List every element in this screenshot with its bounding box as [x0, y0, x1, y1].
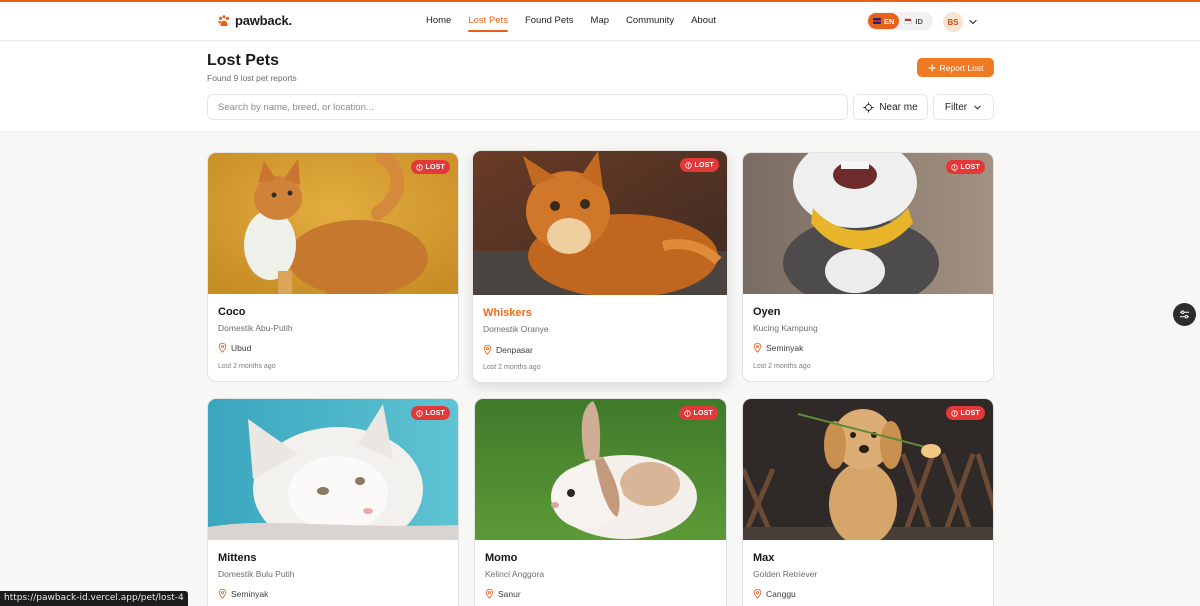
alert-circle-icon	[683, 409, 691, 417]
badge-label: LOST	[425, 163, 445, 171]
nav-home[interactable]: Home	[426, 2, 451, 41]
results-count: Found 9 lost pet reports	[207, 73, 297, 83]
pet-location: Denpasar	[483, 345, 533, 355]
map-pin-icon	[218, 589, 227, 599]
pet-location-label: Ubud	[231, 343, 252, 353]
pet-name: Coco	[218, 306, 246, 318]
alert-circle-icon	[950, 409, 958, 417]
page-title: Lost Pets	[207, 52, 280, 69]
badge-label: LOST	[960, 409, 980, 417]
pet-location: Seminyak	[753, 343, 803, 353]
pet-breed: Kelinci Anggora	[485, 569, 545, 579]
pet-breed: Kucing Kampung	[753, 323, 818, 333]
filter-button[interactable]: Filter	[933, 94, 994, 120]
report-lost-label: Report Lost	[939, 62, 984, 73]
language-switcher: EN ID	[867, 12, 933, 30]
nav-found-pets[interactable]: Found Pets	[525, 2, 574, 41]
pet-photo	[743, 153, 993, 294]
filter-label: Filter	[944, 101, 968, 113]
page-header: Lost Pets Found 9 lost pet reports Repor…	[0, 42, 1200, 132]
near-me-button[interactable]: Near me	[853, 94, 928, 120]
lost-badge: LOST	[679, 158, 719, 172]
pet-card-max[interactable]: LOST Max Golden Retriever Canggu	[742, 398, 994, 606]
pet-photo	[475, 399, 726, 540]
alert-circle-icon	[415, 163, 423, 171]
lost-time: Lost 2 months ago	[218, 363, 276, 370]
pet-breed: Domestik Oranye	[483, 324, 549, 334]
lost-badge: LOST	[945, 406, 985, 420]
pet-photo	[208, 153, 458, 294]
pet-location-label: Denpasar	[496, 345, 533, 355]
map-pin-icon	[485, 589, 494, 599]
lost-badge: LOST	[678, 406, 718, 420]
search-input[interactable]	[207, 94, 848, 120]
pet-card-oyen[interactable]: LOST Oyen Kucing Kampung Seminyak Lost 2…	[742, 152, 994, 382]
pet-card-momo[interactable]: LOST Momo Kelinci Anggora Sanur	[474, 398, 727, 606]
pet-location-label: Seminyak	[231, 589, 269, 599]
pet-breed: Domestik Abu-Putih	[218, 323, 293, 333]
pet-breed: Golden Retriever	[753, 569, 818, 579]
pet-location: Sanur	[485, 589, 521, 599]
uk-flag-icon	[873, 18, 881, 24]
map-pin-icon	[218, 343, 227, 353]
pet-location-label: Canggu	[766, 589, 796, 599]
brand-name: pawback.	[235, 13, 292, 28]
locate-icon	[863, 101, 875, 113]
lost-time: Lost 2 months ago	[483, 364, 541, 371]
nav-community[interactable]: Community	[626, 2, 674, 41]
lost-time: Lost 2 months ago	[753, 363, 811, 370]
settings-fab-button[interactable]	[1173, 303, 1196, 326]
nav-lost-pets[interactable]: Lost Pets	[468, 2, 508, 41]
map-pin-icon	[753, 589, 762, 599]
pet-name: Oyen	[753, 306, 781, 318]
pet-photo	[743, 399, 993, 540]
chevron-down-icon	[974, 105, 981, 110]
lost-badge: LOST	[410, 406, 450, 420]
pet-photo	[473, 151, 727, 295]
language-id-button[interactable]: ID	[899, 13, 928, 29]
language-id-label: ID	[915, 16, 923, 26]
pet-card-whiskers[interactable]: LOST Whiskers Domestik Oranye Denpasar L…	[472, 150, 728, 383]
badge-label: LOST	[693, 409, 713, 417]
pet-location: Ubud	[218, 343, 251, 353]
pet-breed: Domestik Bulu Putih	[218, 569, 295, 579]
pet-name: Mittens	[218, 552, 257, 564]
badge-label: LOST	[960, 163, 980, 171]
chevron-down-icon[interactable]	[968, 17, 978, 27]
pet-name: Whiskers	[483, 307, 532, 319]
language-en-button[interactable]: EN	[868, 13, 900, 29]
nav-map[interactable]: Map	[591, 2, 609, 41]
navbar: pawback. Home Lost Pets Found Pets Map C…	[0, 2, 1200, 41]
brand-logo[interactable]: pawback.	[217, 13, 292, 28]
paw-icon	[218, 14, 230, 26]
map-pin-icon	[483, 345, 492, 355]
badge-label: LOST	[425, 409, 445, 417]
language-en-label: EN	[884, 16, 895, 26]
lost-badge: LOST	[945, 160, 985, 174]
user-avatar[interactable]: BS	[943, 12, 963, 32]
pet-photo	[208, 399, 458, 540]
map-pin-icon	[753, 343, 762, 353]
alert-circle-icon	[415, 409, 423, 417]
pet-name: Max	[753, 552, 775, 564]
plus-icon	[927, 63, 936, 72]
nav-about[interactable]: About	[691, 2, 716, 41]
near-me-label: Near me	[879, 101, 918, 113]
id-flag-icon	[904, 18, 913, 24]
alert-circle-icon	[950, 163, 958, 171]
lost-badge: LOST	[410, 160, 450, 174]
pet-card-coco[interactable]: LOST Coco Domestik Abu-Putih Ubud Lost 2…	[207, 152, 459, 382]
pet-name: Momo	[485, 552, 518, 564]
pet-location-label: Sanur	[498, 589, 521, 599]
status-bar-url: https://pawback-id.vercel.app/pet/lost-4	[0, 591, 188, 606]
badge-label: LOST	[694, 161, 714, 169]
pet-location: Seminyak	[218, 589, 268, 599]
main-nav: Home Lost Pets Found Pets Map Community …	[426, 2, 733, 41]
alert-circle-icon	[684, 161, 692, 169]
pet-location-label: Seminyak	[766, 343, 804, 353]
pet-location: Canggu	[753, 589, 796, 599]
sliders-icon	[1179, 310, 1190, 319]
pet-card-mittens[interactable]: LOST Mittens Domestik Bulu Putih Seminya…	[207, 398, 459, 606]
report-lost-button[interactable]: Report Lost	[917, 58, 994, 77]
